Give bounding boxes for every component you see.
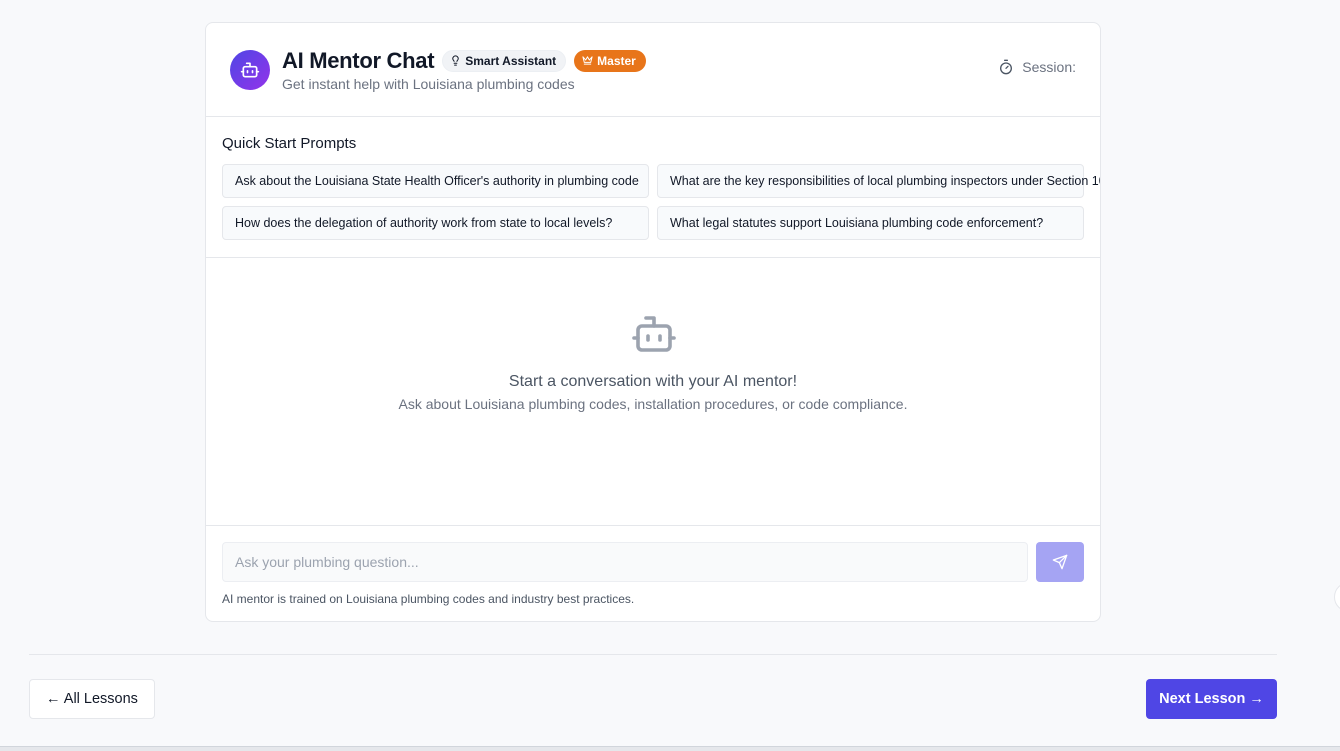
quick-start-section: Quick Start Prompts Ask about the Louisi…	[206, 117, 1100, 258]
chat-input[interactable]	[222, 542, 1028, 582]
lightbulb-icon	[450, 55, 461, 66]
master-label: Master	[597, 53, 636, 68]
bot-icon	[632, 316, 676, 352]
composer-row	[222, 542, 1084, 582]
page-title: AI Mentor Chat	[282, 47, 435, 73]
master-badge: Master	[574, 49, 646, 72]
prompt-button-statutes[interactable]: What legal statutes support Louisiana pl…	[657, 206, 1084, 240]
quick-start-title: Quick Start Prompts	[222, 135, 357, 152]
floating-edge-button[interactable]	[1334, 582, 1340, 612]
composer-disclaimer: AI mentor is trained on Louisiana plumbi…	[222, 592, 635, 606]
prompt-button-delegation[interactable]: How does the delegation of authority wor…	[222, 206, 649, 240]
all-lessons-button[interactable]: ← All Lessons	[29, 679, 155, 719]
chat-messages-area: Start a conversation with your AI mentor…	[206, 258, 1100, 526]
timer-icon	[1000, 59, 1013, 75]
footer-divider	[29, 654, 1277, 655]
page: AI Mentor Chat Smart Assistant Master Ge…	[0, 0, 1340, 751]
chat-header: AI Mentor Chat Smart Assistant Master Ge…	[206, 23, 1100, 117]
empty-state-title: Start a conversation with your AI mentor…	[508, 373, 798, 390]
bot-avatar	[230, 49, 270, 90]
send-icon	[1052, 554, 1068, 570]
ai-mentor-chat-card: AI Mentor Chat Smart Assistant Master Ge…	[205, 22, 1101, 622]
send-button[interactable]	[1036, 542, 1084, 582]
prompt-grid: Ask about the Louisiana State Health Off…	[222, 164, 1100, 240]
title-row: AI Mentor Chat Smart Assistant Master	[282, 48, 646, 74]
empty-state-subtitle: Ask about Louisiana plumbing codes, inst…	[398, 396, 908, 412]
session-timer: Session:	[998, 59, 1076, 75]
composer: AI mentor is trained on Louisiana plumbi…	[206, 526, 1100, 606]
bot-icon	[240, 62, 260, 77]
smart-assistant-badge: Smart Assistant	[442, 49, 567, 72]
bottom-border	[0, 746, 1340, 751]
smart-assistant-label: Smart Assistant	[465, 53, 557, 68]
session-label: Session:	[1022, 59, 1076, 75]
prompt-button-inspectors[interactable]: What are the key responsibilities of loc…	[657, 164, 1100, 198]
next-lesson-button[interactable]: Next Lesson →	[1146, 679, 1277, 719]
page-subtitle: Get instant help with Louisiana plumbing…	[282, 75, 575, 92]
prompt-button-health-officer[interactable]: Ask about the Louisiana State Health Off…	[222, 164, 649, 198]
crown-icon	[582, 55, 593, 66]
header-title-block: AI Mentor Chat Smart Assistant Master Ge…	[282, 48, 646, 92]
